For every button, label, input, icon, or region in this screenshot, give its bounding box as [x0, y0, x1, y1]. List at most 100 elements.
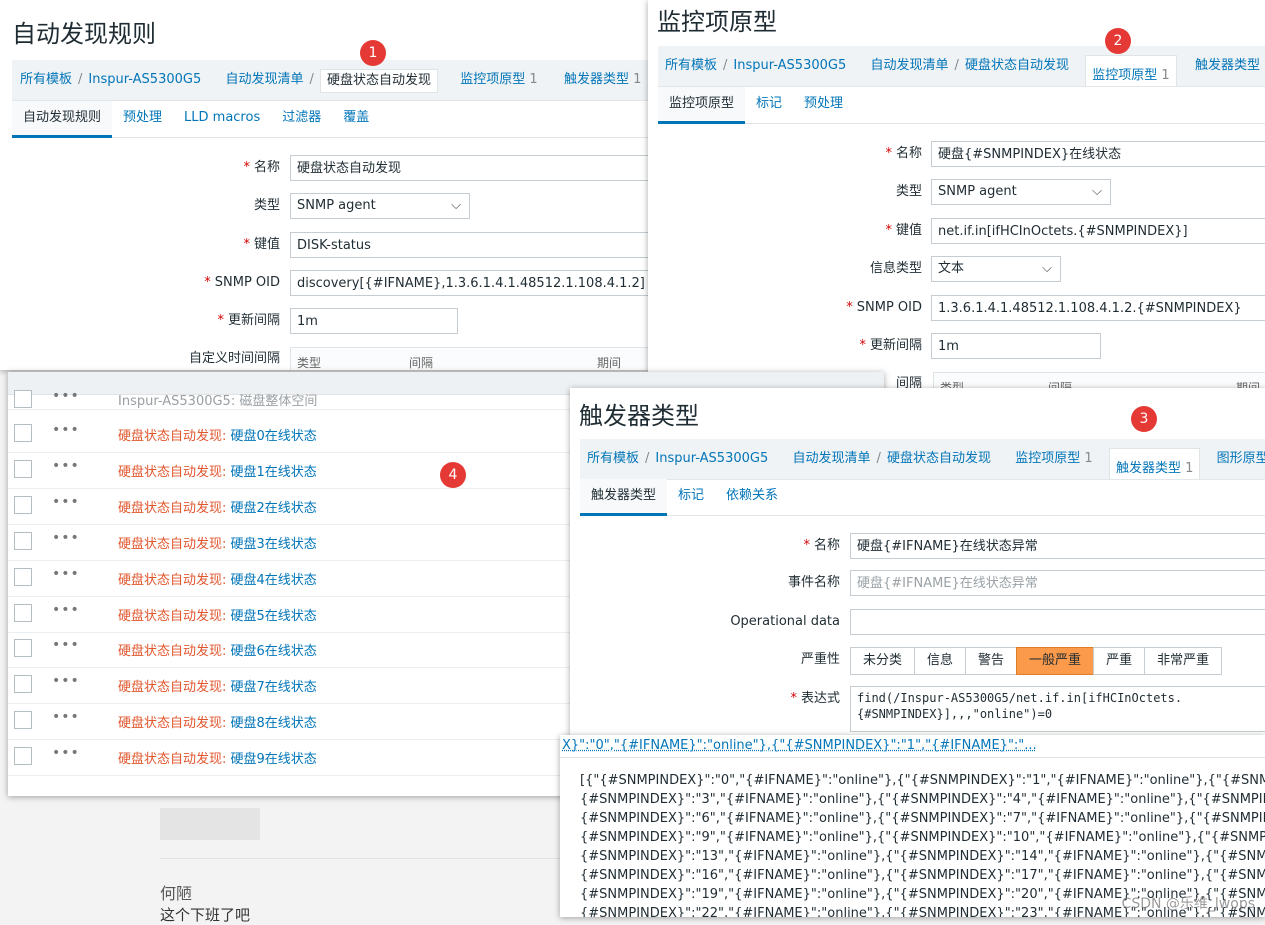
- expression-textarea[interactable]: find(/Inspur-AS5300G5/net.if.in[ifHCInOc…: [850, 686, 1265, 732]
- item-link[interactable]: 硬盘状态自动发现: 硬盘2在线状态: [118, 497, 317, 516]
- item-name[interactable]: 硬盘4在线状态: [231, 573, 317, 588]
- breadcrumb-trigger-prototypes[interactable]: 触发器类型: [1195, 46, 1260, 86]
- row-checkbox[interactable]: [14, 531, 32, 550]
- key-input[interactable]: DISK-status: [290, 232, 648, 258]
- item-name[interactable]: 硬盘1在线状态: [231, 465, 317, 480]
- breadcrumb-item-prototypes[interactable]: 监控项原型 1: [1015, 439, 1092, 479]
- item-link-partial[interactable]: Inspur-AS5300G5: 磁盘整体空间: [118, 390, 317, 409]
- severity-average[interactable]: 一般严重: [1016, 647, 1095, 675]
- breadcrumb-current-item-prototypes[interactable]: 监控项原型 1: [1085, 55, 1177, 86]
- more-options-icon[interactable]: •••: [52, 458, 80, 474]
- tab-filters[interactable]: 过滤器: [271, 101, 332, 135]
- name-input[interactable]: 硬盘{#IFNAME}在线状态异常: [850, 533, 1265, 559]
- breadcrumb-host[interactable]: Inspur-AS5300G5: [655, 439, 768, 479]
- item-name[interactable]: 硬盘8在线状态: [231, 716, 317, 731]
- breadcrumb-item-prototypes[interactable]: 监控项原型 1: [460, 60, 537, 100]
- tab-discovery-rule[interactable]: 自动发现规则: [12, 101, 113, 138]
- row-checkbox[interactable]: [14, 603, 32, 622]
- tab-overrides[interactable]: 覆盖: [332, 101, 380, 135]
- row-checkbox[interactable]: [14, 495, 32, 514]
- item-prefix[interactable]: 硬盘状态自动发现:: [118, 609, 226, 624]
- key-input[interactable]: net.if.in[ifHCInOctets.{#SNMPINDEX}]: [931, 218, 1265, 244]
- more-options-icon[interactable]: •••: [52, 530, 80, 546]
- breadcrumb-rule[interactable]: 硬盘状态自动发现: [965, 46, 1069, 86]
- item-link[interactable]: 硬盘状态自动发现: 硬盘1在线状态: [118, 461, 317, 480]
- interval-input[interactable]: 1m: [290, 308, 458, 334]
- info-type-select[interactable]: 文本 ⌵: [931, 256, 1061, 282]
- item-name[interactable]: 硬盘9在线状态: [231, 752, 317, 767]
- item-link[interactable]: 硬盘状态自动发现: 硬盘6在线状态: [118, 640, 317, 659]
- item-prefix[interactable]: 硬盘状态自动发现:: [118, 573, 226, 588]
- event-name-input[interactable]: 硬盘{#IFNAME}在线状态异常: [850, 570, 1265, 596]
- breadcrumb-all-templates[interactable]: 所有模板: [20, 60, 72, 100]
- more-options-icon[interactable]: •••: [52, 673, 80, 689]
- interval-input[interactable]: 1m: [931, 333, 1101, 359]
- more-options-icon[interactable]: •••: [52, 494, 80, 510]
- more-options-icon[interactable]: •••: [52, 422, 80, 438]
- item-prefix[interactable]: 硬盘状态自动发现:: [118, 752, 226, 767]
- more-options-icon[interactable]: •••: [52, 637, 80, 653]
- breadcrumb-discovery-list[interactable]: 自动发现清单: [871, 46, 949, 86]
- row-checkbox[interactable]: [14, 567, 32, 586]
- breadcrumb-trigger-prototypes[interactable]: 触发器类型 1: [564, 60, 641, 100]
- row-checkbox[interactable]: [14, 747, 32, 766]
- more-options-icon[interactable]: •••: [52, 388, 80, 404]
- breadcrumb-current-trigger-prototypes[interactable]: 触发器类型 1: [1108, 448, 1201, 479]
- row-checkbox[interactable]: [14, 424, 32, 442]
- severity-information[interactable]: 信息: [914, 647, 967, 675]
- item-link[interactable]: 硬盘状态自动发现: 硬盘8在线状态: [118, 712, 317, 731]
- type-select[interactable]: SNMP agent ⌵: [290, 193, 470, 219]
- row-checkbox[interactable]: [14, 711, 32, 730]
- row-checkbox[interactable]: [14, 390, 32, 408]
- item-link[interactable]: 硬盘状态自动发现: 硬盘3在线状态: [118, 533, 317, 552]
- item-link[interactable]: 硬盘状态自动发现: 硬盘5在线状态: [118, 605, 317, 624]
- row-checkbox[interactable]: [14, 639, 32, 658]
- row-checkbox[interactable]: [14, 459, 32, 478]
- breadcrumb-discovery-list[interactable]: 自动发现清单: [226, 60, 304, 100]
- breadcrumb-all-templates[interactable]: 所有模板: [665, 46, 717, 86]
- severity-warning[interactable]: 警告: [965, 647, 1018, 675]
- item-name[interactable]: 硬盘5在线状态: [231, 609, 317, 624]
- opdata-input[interactable]: [850, 609, 1265, 635]
- tab-dependencies[interactable]: 依赖关系: [715, 479, 789, 513]
- breadcrumb-host[interactable]: Inspur-AS5300G5: [88, 60, 201, 100]
- tab-preprocessing[interactable]: 预处理: [793, 87, 854, 121]
- row-checkbox[interactable]: [14, 675, 32, 694]
- json-header-text[interactable]: X}":"0","{#IFNAME}":"online"},{"{#SNMPIN…: [562, 738, 1037, 753]
- item-link[interactable]: 硬盘状态自动发现: 硬盘9在线状态: [118, 748, 317, 767]
- item-prefix[interactable]: 硬盘状态自动发现:: [118, 429, 226, 444]
- name-input[interactable]: 硬盘{#SNMPINDEX}在线状态: [931, 141, 1265, 167]
- more-options-icon[interactable]: •••: [52, 745, 80, 761]
- severity-not-classified[interactable]: 未分类: [850, 647, 916, 675]
- item-name[interactable]: 硬盘7在线状态: [231, 680, 317, 695]
- breadcrumb-rule[interactable]: 硬盘状态自动发现: [887, 439, 991, 479]
- item-prefix[interactable]: 硬盘状态自动发现:: [118, 680, 226, 695]
- item-prefix[interactable]: 硬盘状态自动发现:: [118, 501, 226, 516]
- tab-preprocessing[interactable]: 预处理: [112, 101, 173, 135]
- severity-high[interactable]: 严重: [1093, 647, 1146, 675]
- item-name[interactable]: 硬盘3在线状态: [231, 537, 317, 552]
- more-options-icon[interactable]: •••: [52, 709, 80, 725]
- item-link[interactable]: 硬盘状态自动发现: 硬盘0在线状态: [118, 425, 317, 444]
- oid-input[interactable]: 1.3.6.1.4.1.48512.1.108.4.1.2.{#SNMPINDE…: [931, 295, 1265, 321]
- tab-lld-macros[interactable]: LLD macros: [173, 101, 271, 135]
- item-prefix[interactable]: 硬盘状态自动发现:: [118, 644, 226, 659]
- breadcrumb-host[interactable]: Inspur-AS5300G5: [733, 46, 846, 86]
- severity-disaster[interactable]: 非常严重: [1144, 647, 1223, 675]
- oid-input[interactable]: discovery[{#IFNAME},1.3.6.1.4.1.48512.1.…: [290, 270, 648, 296]
- item-prefix[interactable]: 硬盘状态自动发现:: [118, 537, 226, 552]
- breadcrumb-discovery-list[interactable]: 自动发现清单: [793, 439, 871, 479]
- tab-tags[interactable]: 标记: [745, 87, 793, 121]
- item-name[interactable]: 硬盘6在线状态: [231, 644, 317, 659]
- more-options-icon[interactable]: •••: [52, 566, 80, 582]
- item-link[interactable]: 硬盘状态自动发现: 硬盘4在线状态: [118, 569, 317, 588]
- type-select[interactable]: SNMP agent ⌵: [931, 179, 1111, 205]
- more-options-icon[interactable]: •••: [52, 602, 80, 618]
- tab-trigger-prototype[interactable]: 触发器类型: [580, 479, 668, 516]
- tab-tags[interactable]: 标记: [667, 479, 715, 513]
- item-prefix[interactable]: 硬盘状态自动发现:: [118, 465, 226, 480]
- name-input[interactable]: 硬盘状态自动发现: [290, 155, 648, 181]
- breadcrumb-current-rule[interactable]: 硬盘状态自动发现: [319, 69, 438, 93]
- tab-item-prototype[interactable]: 监控项原型: [658, 87, 746, 124]
- breadcrumb-graph-prototypes[interactable]: 图形原型: [1217, 439, 1265, 479]
